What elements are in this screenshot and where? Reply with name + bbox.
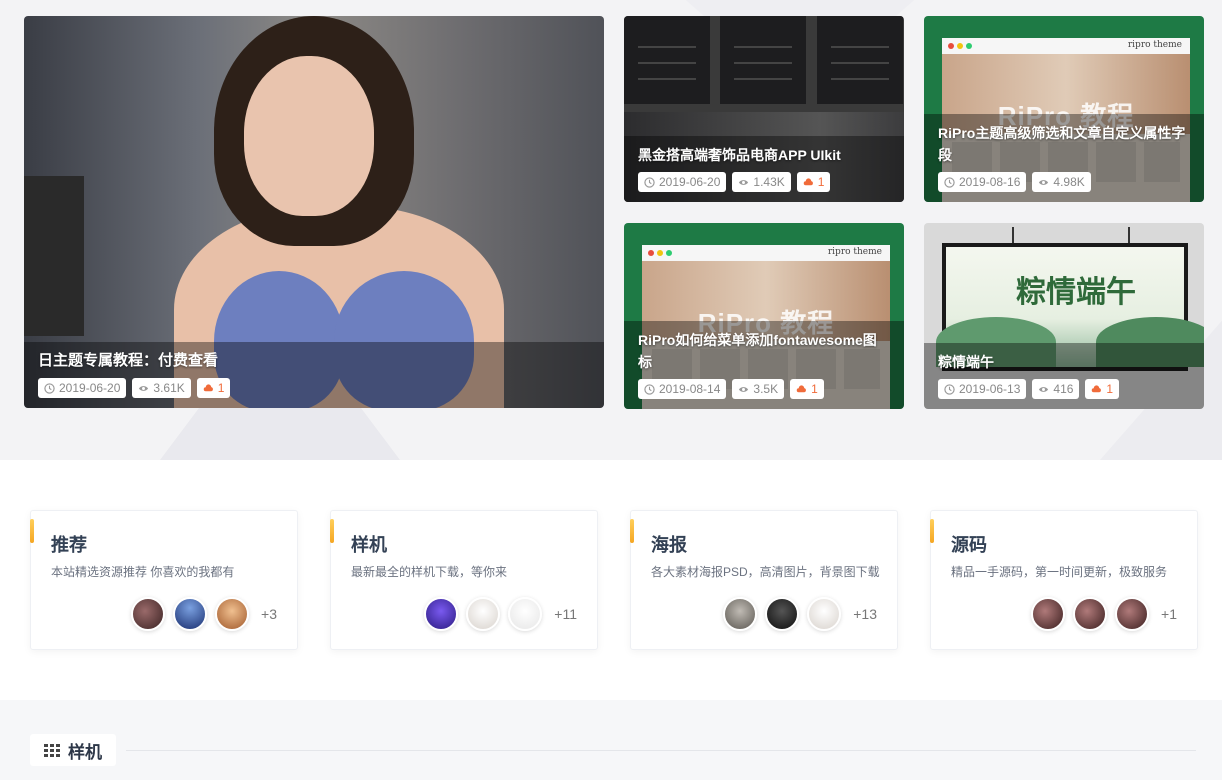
section-title: 样机 xyxy=(68,742,102,762)
avatar-group: +11 xyxy=(424,597,577,631)
date-chip: 2019-08-14 xyxy=(638,379,727,399)
views-chip: 416 xyxy=(1032,379,1080,399)
category-title: 样机 xyxy=(351,535,387,555)
post-title: 粽情端午 xyxy=(938,354,994,370)
category-card-poster[interactable]: 海报 各大素材海报PSD，高清图片，背景图下载 +13 xyxy=(630,510,898,650)
divider xyxy=(126,750,1196,751)
post-card[interactable]: ripro theme RiPro 教程 RiPro主题高级筛选和文章自定义属性… xyxy=(924,16,1204,202)
category-description: 本站精选资源推荐 你喜欢的我都有 xyxy=(51,565,235,579)
more-count: +11 xyxy=(554,606,577,622)
post-overlay: 日主题专属教程：付费查看 2019-06-20 3.61K 1 xyxy=(24,342,604,408)
post-title: 日主题专属教程：付费查看 xyxy=(38,352,219,369)
avatar-group: +1 xyxy=(1031,597,1177,631)
category-title: 源码 xyxy=(951,535,987,555)
hero-section: 日主题专属教程：付费查看 2019-06-20 3.61K 1 黑金搭高端奢饰品… xyxy=(0,0,1222,460)
accent-bar xyxy=(930,519,934,543)
featured-post-card[interactable]: 日主题专属教程：付费查看 2019-06-20 3.61K 1 xyxy=(24,16,604,408)
eye-icon xyxy=(139,385,149,391)
eye-icon xyxy=(739,386,749,392)
post-overlay: 黑金搭高端奢饰品电商APP UIkit 2019-06-20 1.43K 1 xyxy=(624,136,904,202)
more-count: +13 xyxy=(853,606,877,622)
post-card[interactable]: 粽情端午 粽情端午 2019-06-13 416 1 xyxy=(924,223,1204,409)
views-chip: 3.61K xyxy=(132,378,191,398)
post-title: 黑金搭高端奢饰品电商APP UIkit xyxy=(638,147,841,163)
eye-icon xyxy=(739,179,749,185)
avatar[interactable] xyxy=(215,597,250,631)
mockup-section: 样机 xyxy=(0,700,1222,780)
post-overlay: RiPro主题高级筛选和文章自定义属性字段 2019-08-16 4.98K xyxy=(924,114,1204,202)
cloud-icon xyxy=(796,384,806,392)
clock-icon xyxy=(944,176,955,188)
more-count: +1 xyxy=(1161,606,1177,622)
eye-icon xyxy=(1039,179,1049,185)
post-title: RiPro如何给菜单添加fontawesome图标 xyxy=(638,332,877,370)
views-chip: 1.43K xyxy=(732,172,791,192)
avatar[interactable] xyxy=(1115,597,1150,631)
category-card-recommend[interactable]: 推荐 本站精选资源推荐 你喜欢的我都有 +3 xyxy=(30,510,298,650)
avatar[interactable] xyxy=(765,597,800,631)
avatar[interactable] xyxy=(173,597,208,631)
avatar[interactable] xyxy=(723,597,758,631)
clock-icon xyxy=(644,176,655,188)
section-heading[interactable]: 样机 xyxy=(30,734,116,766)
avatar[interactable] xyxy=(508,597,543,631)
avatar[interactable] xyxy=(131,597,166,631)
avatar[interactable] xyxy=(1073,597,1108,631)
cloud-icon xyxy=(1092,384,1102,392)
category-title: 推荐 xyxy=(51,535,87,555)
post-card[interactable]: 黑金搭高端奢饰品电商APP UIkit 2019-06-20 1.43K 1 xyxy=(624,16,904,202)
post-meta: 2019-06-20 1.43K 1 xyxy=(638,172,890,192)
avatar-group: +3 xyxy=(131,597,277,631)
eye-icon xyxy=(1039,386,1049,392)
views-chip: 3.5K xyxy=(732,379,785,399)
date-chip: 2019-06-13 xyxy=(938,379,1027,399)
post-meta: 2019-06-13 416 1 xyxy=(938,379,1190,399)
post-card[interactable]: ripro theme RiPro 教程 RiPro如何给菜单添加fontawe… xyxy=(624,223,904,409)
date-chip: 2019-06-20 xyxy=(638,172,727,192)
category-card-mockup[interactable]: 样机 最新最全的样机下载，等你来 +11 xyxy=(330,510,598,650)
post-overlay: 粽情端午 2019-06-13 416 1 xyxy=(924,343,1204,409)
date-chip: 2019-08-16 xyxy=(938,172,1027,192)
category-description: 各大素材海报PSD，高清图片，背景图下载 xyxy=(651,565,880,579)
grid-icon xyxy=(44,743,60,757)
post-title: RiPro主题高级筛选和文章自定义属性字段 xyxy=(938,125,1186,163)
avatar-group: +13 xyxy=(723,597,877,631)
accent-bar xyxy=(330,519,334,543)
avatar[interactable] xyxy=(424,597,459,631)
post-meta: 2019-06-20 3.61K 1 xyxy=(38,378,590,398)
views-chip: 4.98K xyxy=(1032,172,1091,192)
hot-chip: 1 xyxy=(196,378,231,398)
post-meta: 2019-08-14 3.5K 1 xyxy=(638,379,890,399)
avatar[interactable] xyxy=(807,597,842,631)
post-overlay: RiPro如何给菜单添加fontawesome图标 2019-08-14 3.5… xyxy=(624,321,904,409)
clock-icon xyxy=(944,383,955,395)
hot-chip: 1 xyxy=(1085,379,1120,399)
cloud-icon xyxy=(203,383,213,391)
date-chip: 2019-06-20 xyxy=(38,378,127,398)
category-title: 海报 xyxy=(651,535,687,555)
category-description: 最新最全的样机下载，等你来 xyxy=(351,565,508,579)
clock-icon xyxy=(44,382,55,394)
poster-text: 粽情端午 xyxy=(1016,275,1136,310)
cloud-icon xyxy=(803,177,813,185)
avatar[interactable] xyxy=(466,597,501,631)
accent-bar xyxy=(630,519,634,543)
accent-bar xyxy=(30,519,34,543)
hot-chip: 1 xyxy=(796,172,831,192)
hot-chip: 1 xyxy=(790,379,824,399)
post-meta: 2019-08-16 4.98K xyxy=(938,172,1190,192)
category-description: 精品一手源码，第一时间更新，极致服务 xyxy=(951,565,1168,579)
more-count: +3 xyxy=(261,606,277,622)
category-section: 推荐 本站精选资源推荐 你喜欢的我都有 +3 样机 最新最全的样机下载，等你来 … xyxy=(0,460,1222,700)
category-card-source[interactable]: 源码 精品一手源码，第一时间更新，极致服务 +1 xyxy=(930,510,1198,650)
avatar[interactable] xyxy=(1031,597,1066,631)
clock-icon xyxy=(644,383,655,395)
